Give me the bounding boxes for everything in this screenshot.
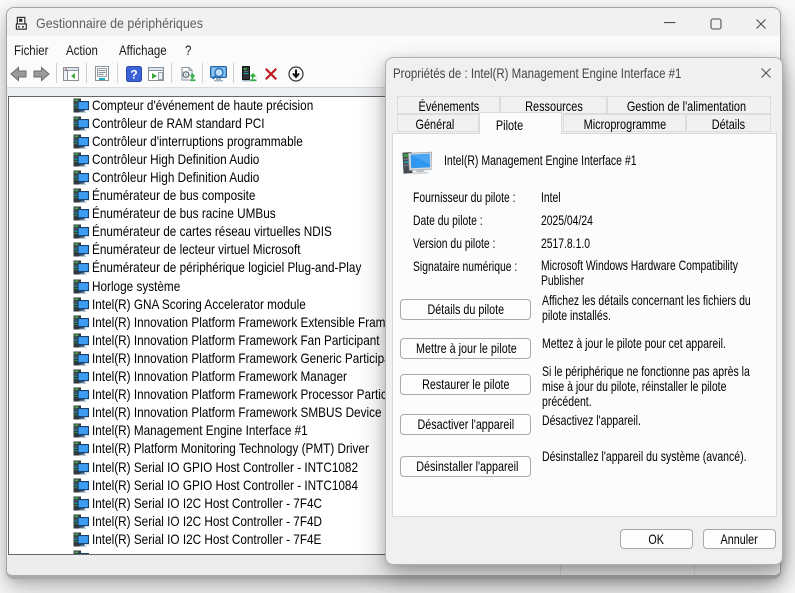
svg-text:?: ? — [130, 68, 137, 82]
